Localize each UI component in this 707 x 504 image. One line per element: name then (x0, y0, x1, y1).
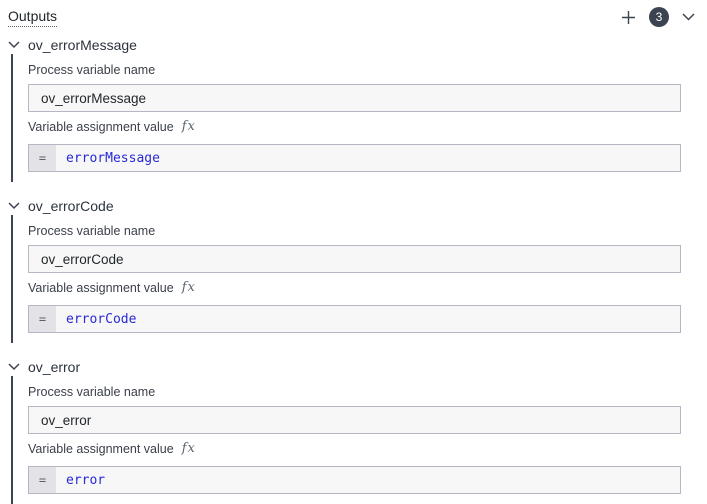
process-variable-name-label: Process variable name (28, 385, 156, 399)
variable-assignment-value-label: Variable assignment value fx (28, 280, 681, 295)
outputs-panel: Outputs 3 ov_errorMessage Process variab… (0, 0, 707, 504)
plus-icon (622, 10, 635, 24)
header-actions: 3 (621, 7, 695, 27)
equals-prefix: = (29, 467, 56, 493)
assignment-value-input[interactable] (56, 145, 680, 171)
outputs-header: Outputs 3 (8, 6, 707, 28)
chevron-down-icon (8, 41, 20, 49)
process-variable-name-input[interactable] (28, 245, 681, 273)
page-title: Outputs (8, 8, 58, 27)
section-name: ov_errorMessage (28, 37, 137, 53)
variable-assignment-value-label: Variable assignment value fx (28, 119, 681, 134)
variable-assignment-value-label: Variable assignment value fx (28, 441, 681, 456)
section-body: Process variable name Variable assignmen… (11, 376, 707, 504)
process-variable-name-input[interactable] (28, 84, 681, 112)
section-body: Process variable name Variable assignmen… (11, 54, 707, 182)
section-name: ov_error (28, 359, 81, 375)
variable-assignment-value-text: Variable assignment value (28, 280, 174, 295)
fx-icon[interactable]: fx (182, 280, 196, 295)
section-header-ov-error[interactable]: ov_error (8, 358, 707, 376)
equals-prefix: = (29, 145, 56, 171)
variable-assignment-value-text: Variable assignment value (28, 119, 174, 134)
process-variable-name-label: Process variable name (28, 224, 156, 238)
process-variable-name-label: Process variable name (28, 63, 156, 77)
section-body: Process variable name Variable assignmen… (11, 215, 707, 343)
expression-field: = (28, 144, 681, 172)
assignment-value-input[interactable] (56, 306, 680, 332)
chevron-down-icon (682, 13, 695, 21)
section-header-ov-errorCode[interactable]: ov_errorCode (8, 197, 707, 215)
expression-field: = (28, 305, 681, 333)
equals-prefix: = (29, 306, 56, 332)
chevron-down-icon (8, 363, 20, 371)
assignment-value-input[interactable] (56, 467, 680, 493)
collapse-all-button[interactable] (682, 13, 695, 21)
fx-icon[interactable]: fx (182, 441, 196, 456)
section-header-ov-errorMessage[interactable]: ov_errorMessage (8, 36, 707, 54)
output-section: ov_errorMessage Process variable name Va… (8, 36, 707, 182)
chevron-down-icon (8, 202, 20, 210)
fx-icon[interactable]: fx (182, 119, 196, 134)
count-badge: 3 (649, 7, 669, 27)
output-section: ov_errorCode Process variable name Varia… (8, 197, 707, 343)
output-section: ov_error Process variable name Variable … (8, 358, 707, 504)
expression-field: = (28, 466, 681, 494)
add-output-button[interactable] (621, 10, 636, 25)
section-name: ov_errorCode (28, 198, 114, 214)
process-variable-name-input[interactable] (28, 406, 681, 434)
variable-assignment-value-text: Variable assignment value (28, 441, 174, 456)
